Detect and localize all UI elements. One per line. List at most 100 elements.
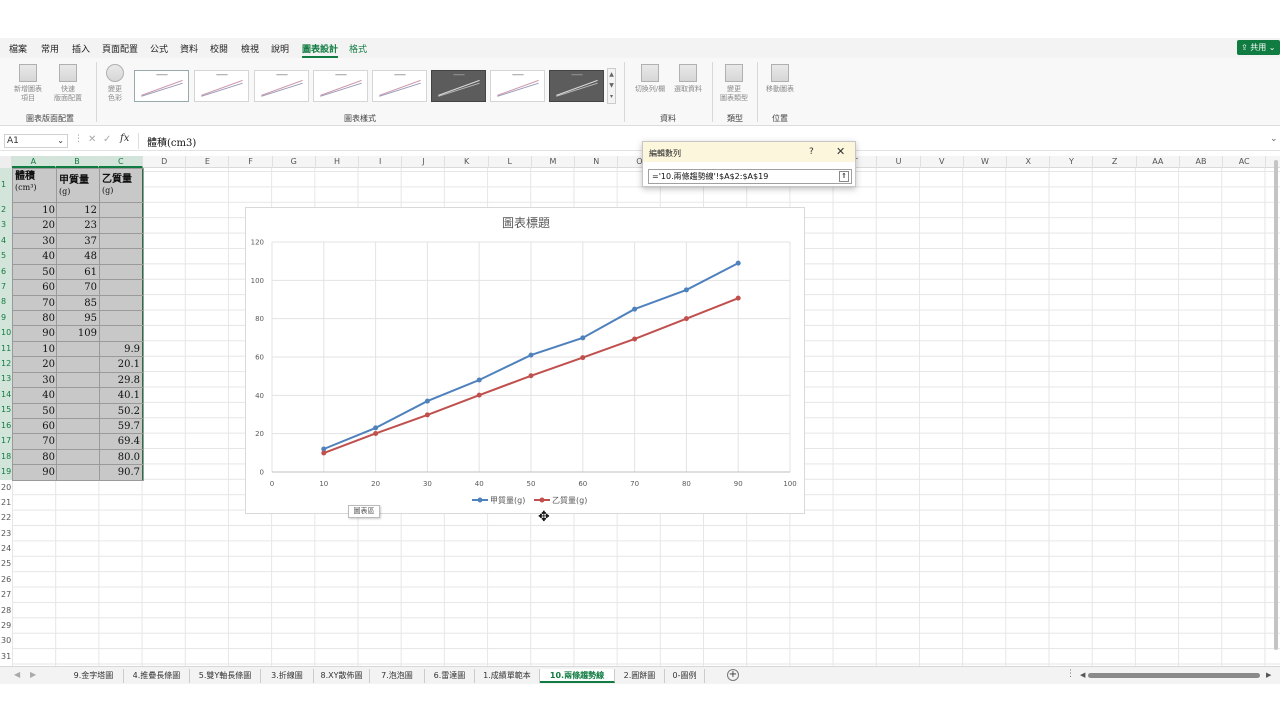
table-cell[interactable] (99, 265, 142, 280)
chart-style-option[interactable] (549, 70, 604, 102)
table-cell[interactable] (56, 342, 99, 357)
column-header[interactable]: D (143, 156, 187, 168)
table-cell[interactable]: 70 (12, 296, 57, 311)
sheet-tab[interactable]: 4.推疊長條圖 (124, 669, 190, 683)
ribbon-tab[interactable]: 頁面配置 (102, 42, 138, 55)
prev-sheet-icon[interactable]: ◀ (14, 670, 20, 679)
table-cell[interactable]: 50.2 (99, 404, 142, 419)
table-cell[interactable]: 20.1 (99, 357, 142, 372)
column-header[interactable]: I (359, 156, 403, 168)
close-icon[interactable]: ✕ (836, 145, 845, 158)
header-volume[interactable]: 體積 (cm³) (15, 171, 37, 193)
table-cell[interactable] (99, 280, 142, 295)
ribbon-tab[interactable]: 說明 (271, 42, 289, 55)
chart-style-option[interactable] (194, 70, 249, 102)
row-header[interactable]: 20 (0, 480, 12, 495)
chart-style-option[interactable] (254, 70, 309, 102)
column-header[interactable]: J (402, 156, 446, 168)
add-chart-element-button[interactable]: 新增圖表 項目 (8, 64, 48, 103)
gallery-scroll[interactable]: ▲ ▼ ▾ (607, 68, 616, 104)
sheet-tab[interactable]: 3.折線圖 (261, 669, 314, 683)
table-cell[interactable]: 60 (12, 419, 57, 434)
chart-style-option[interactable] (431, 70, 486, 102)
row-header[interactable]: 28 (0, 603, 12, 618)
row-header[interactable]: 10 (0, 325, 12, 341)
column-header[interactable]: V (921, 156, 964, 168)
ribbon-tab[interactable]: 格式 (349, 42, 367, 55)
help-icon[interactable]: ? (809, 147, 814, 157)
scroll-right-icon[interactable]: ▶ (1266, 671, 1271, 679)
row-header[interactable]: 3 (0, 217, 12, 233)
sheet-tab[interactable]: 0-圖例 (665, 669, 705, 683)
switch-row-col-button[interactable]: 切換列/欄 (628, 64, 672, 94)
chart-style-option[interactable] (372, 70, 427, 102)
add-sheet-button[interactable]: + (727, 669, 739, 681)
table-cell[interactable]: 30 (12, 234, 57, 249)
vertical-scroll-thumb[interactable] (1274, 160, 1278, 650)
row-header[interactable]: 2 (0, 202, 12, 217)
table-cell[interactable]: 95 (56, 311, 99, 326)
chart-style-option[interactable] (490, 70, 545, 102)
select-all-corner[interactable] (0, 156, 12, 168)
row-header[interactable]: 12 (0, 356, 12, 371)
scroll-left-icon[interactable]: ◀ (1080, 671, 1085, 679)
row-header[interactable]: 9 (0, 310, 12, 325)
function-icon[interactable]: fx (120, 133, 129, 144)
column-header[interactable]: F (230, 156, 273, 168)
row-header[interactable]: 11 (0, 341, 12, 356)
collapse-dialog-icon[interactable]: ⇑ (839, 171, 849, 182)
column-header[interactable]: Y (1050, 156, 1094, 168)
table-cell[interactable]: 61 (56, 265, 99, 280)
table-cell[interactable] (99, 234, 142, 249)
table-cell[interactable]: 48 (56, 249, 99, 264)
horizontal-scroll-thumb[interactable] (1088, 673, 1260, 678)
table-cell[interactable]: 109 (56, 326, 99, 341)
column-header[interactable]: K (446, 156, 489, 168)
ribbon-tab[interactable]: 公式 (150, 42, 168, 55)
table-cell[interactable]: 50 (12, 404, 57, 419)
row-header[interactable]: 18 (0, 449, 12, 464)
row-header[interactable]: 13 (0, 371, 12, 387)
table-cell[interactable]: 9.9 (99, 342, 142, 357)
sheet-tab[interactable]: 5.雙Y軸長條圖 (190, 669, 261, 683)
row-header[interactable]: 4 (0, 233, 12, 248)
table-cell[interactable] (56, 388, 99, 403)
chart-style-option[interactable] (134, 70, 189, 102)
table-cell[interactable]: 80 (12, 311, 57, 326)
table-cell[interactable] (56, 404, 99, 419)
table-cell[interactable]: 59.7 (99, 419, 142, 434)
share-button[interactable]: ⇪ 共用 ⌄ (1237, 40, 1280, 55)
table-cell[interactable] (99, 311, 142, 326)
sheet-tab[interactable]: 9.金字塔圖 (64, 669, 124, 683)
row-header[interactable]: 22 (0, 510, 12, 526)
chart-area[interactable]: 圖表標題 0 10 20 30 40 50 60 70 80 90 100 0 20 40 60 80 100 12… (245, 207, 805, 514)
row-header[interactable]: 5 (0, 248, 12, 264)
row-header[interactable]: 16 (0, 418, 12, 433)
row-header[interactable]: 15 (0, 402, 12, 418)
row-header[interactable]: 26 (0, 572, 12, 587)
column-header[interactable]: B (55, 156, 100, 168)
name-box[interactable]: A1 ⌄ (4, 134, 68, 148)
next-sheet-icon[interactable]: ▶ (30, 670, 36, 679)
column-header[interactable]: L (489, 156, 532, 168)
row-header[interactable]: 7 (0, 279, 12, 294)
column-header[interactable]: H (316, 156, 360, 168)
row-header[interactable]: 29 (0, 618, 12, 633)
table-cell[interactable]: 60 (12, 280, 57, 295)
table-cell[interactable] (99, 326, 142, 341)
table-cell[interactable] (56, 357, 99, 372)
table-cell[interactable]: 20 (12, 357, 57, 372)
table-cell[interactable]: 40 (12, 249, 57, 264)
table-cell[interactable]: 12 (56, 203, 99, 218)
table-cell[interactable]: 70 (12, 434, 57, 449)
sheet-tab[interactable]: 10.兩條趨勢線 (540, 669, 615, 683)
column-header[interactable]: A (12, 156, 56, 168)
row-header[interactable]: 14 (0, 387, 12, 402)
series-range-input[interactable]: ='10.兩條趨勢線'!$A$2:$A$19 ⇑ (648, 169, 852, 184)
row-header[interactable]: 24 (0, 541, 12, 556)
row-header[interactable]: 30 (0, 633, 12, 649)
column-header[interactable]: U (878, 156, 921, 168)
table-cell[interactable] (99, 296, 142, 311)
header-mass-a[interactable]: 甲質量 (g) (59, 175, 89, 197)
table-cell[interactable] (56, 419, 99, 434)
